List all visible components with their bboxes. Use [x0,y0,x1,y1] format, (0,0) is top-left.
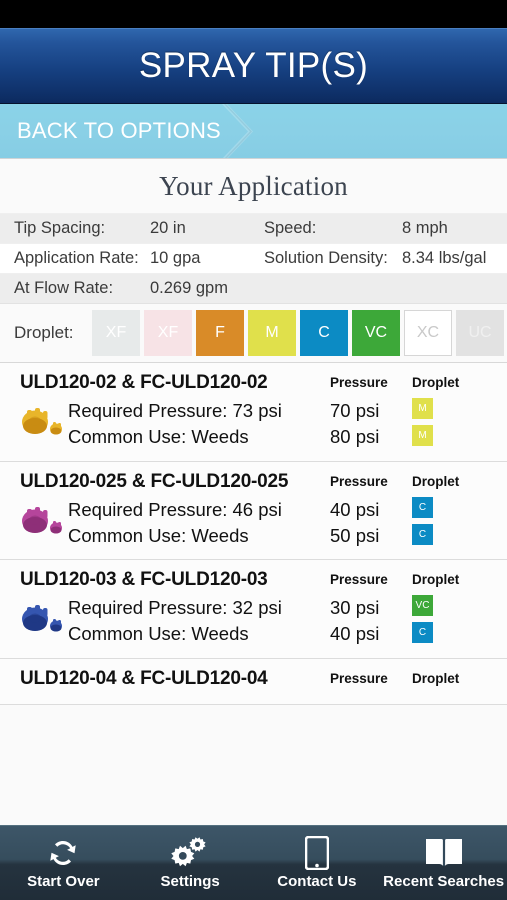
your-application-title: Your Application [0,159,507,213]
app-header: SPRAY TIP(S) [0,28,507,104]
nozzle-icon-magenta [18,500,66,542]
gears-icon [171,836,209,869]
spray-tip-result-row[interactable]: ULD120-02 & FC-ULD120-02 Pressure Droplet R… [0,363,507,462]
flow-rate-value: 0.269 gpm [150,279,228,297]
droplet-chip-vc-5[interactable]: VC [352,310,400,356]
droplet-badge-vc: VC [412,595,433,617]
application-rate-label: Application Rate: [14,249,139,267]
spray-tip-name: ULD120-02 & FC-ULD120-02 [20,372,268,393]
common-use-text: Common Use: Weeds [68,426,249,448]
droplet-badge-m: M [412,425,433,446]
solution-density-value: 8.34 lbs/gal [402,249,487,267]
result-body: Required Pressure: 73 psi Common Use: Wee… [0,398,507,451]
bottom-tab-bar: Start Over Settings Contact Us Recent Se… [0,825,507,900]
table-row: Application Rate: 10 gpa Solution Densit… [0,243,507,273]
phone-icon [304,835,329,870]
tab-recent-searches[interactable]: Recent Searches [380,826,507,900]
droplet-filter-bar: Droplet: XF XF F M C VC XC UC [0,303,507,363]
droplet-column-header: Droplet [412,473,460,489]
pressure-value: 40 psi [330,623,380,645]
droplet-chip-group[interactable]: XF XF F M C VC XC UC [92,310,504,356]
tab-settings[interactable]: Settings [127,826,254,900]
tab-label: Recent Searches [383,872,505,890]
required-pressure-text: Required Pressure: 32 psi [68,597,282,619]
pressure-values: 40 psi 50 psi [330,497,412,550]
droplet-chip-xf-0[interactable]: XF [92,310,140,356]
droplet-column-header: Droplet [412,572,460,588]
required-pressure-text: Required Pressure: 46 psi [68,498,282,520]
pressure-value: 50 psi [330,524,380,546]
spray-tip-name: ULD120-04 & FC-ULD120-04 [20,667,268,689]
droplet-chip-xc-6[interactable]: XC [404,310,452,356]
droplet-badge-c: C [412,496,433,518]
pressure-value: 40 psi [330,498,380,520]
tab-label: Contact Us [277,872,357,890]
back-navigation-bar[interactable]: BACK TO OPTIONS [0,104,507,159]
page-title: SPRAY TIP(S) [138,46,369,85]
nozzle-icon-blue [18,598,66,640]
common-use-text: Common Use: Weeds [68,524,249,546]
result-header: ULD120-025 & FC-ULD120-025 Pressure Drople… [0,471,507,497]
droplet-filter-label: Droplet: [14,323,74,342]
spray-tip-result-row[interactable]: ULD120-03 & FC-ULD120-03 Pressure Droplet R… [0,560,507,659]
required-pressure-text: Required Pressure: 73 psi [68,400,282,421]
spray-tip-results-list: ULD120-02 & FC-ULD120-02 Pressure Droplet R… [0,363,507,705]
pressure-column-header: Pressure [330,473,388,489]
result-body: Required Pressure: 46 psi Common Use: Wee… [0,496,507,550]
tip-spacing-value: 20 in [150,219,186,237]
result-body: Required Pressure: 32 psi Common Use: Wee… [0,595,507,648]
droplet-badge-m: M [412,398,433,419]
spray-tip-name: ULD120-03 & FC-ULD120-03 [20,569,268,591]
spray-tip-name: ULD120-025 & FC-ULD120-025 [20,470,289,492]
spray-tip-result-row[interactable]: ULD120-025 & FC-ULD120-025 Pressure Drople… [0,461,507,561]
pressure-column-header: Pressure [330,572,388,588]
pressure-value: 70 psi [330,400,380,421]
droplet-badge-c: C [412,523,433,545]
droplet-values: VC C [412,595,482,644]
solution-density-label: Solution Density: [264,249,388,267]
application-summary-table: Tip Spacing: 20 in Speed: 8 mph Applicat… [0,213,507,303]
result-header: ULD120-03 & FC-ULD120-03 Pressure Droplet [0,569,507,595]
back-to-options-button[interactable]: BACK TO OPTIONS [0,118,221,144]
pressure-values: 70 psi 80 psi [330,398,412,451]
droplet-column-header: Droplet [412,670,460,686]
droplet-chip-xf-1[interactable]: XF [144,310,192,356]
pressure-column-header: Pressure [330,375,388,390]
table-row: Tip Spacing: 20 in Speed: 8 mph [0,213,507,243]
table-row: At Flow Rate: 0.269 gpm [0,273,507,303]
droplet-chip-f-2[interactable]: F [196,310,244,356]
spray-tip-result-row[interactable]: ULD120-04 & FC-ULD120-04 Pressure Droplet [0,658,507,705]
pressure-value: 80 psi [330,426,380,448]
droplet-chip-uc-7[interactable]: UC [456,310,504,356]
pressure-column-header: Pressure [330,670,388,686]
flow-rate-label: At Flow Rate: [14,279,114,297]
droplet-badge-c: C [412,622,433,644]
result-header: ULD120-04 & FC-ULD120-04 Pressure Droplet [0,668,507,694]
droplet-values: CC [412,496,482,545]
tab-contact-us[interactable]: Contact Us [254,826,381,900]
open-book-icon [425,837,463,869]
droplet-column-header: Droplet [412,375,460,390]
refresh-cycle-icon [46,837,80,869]
status-bar [0,0,507,28]
speed-value: 8 mph [402,219,448,237]
application-rate-value: 10 gpa [150,249,201,267]
droplet-values: MM [412,398,482,446]
result-header: ULD120-02 & FC-ULD120-02 Pressure Droplet [0,372,507,398]
pressure-value: 30 psi [330,597,380,619]
droplet-chip-m-3[interactable]: M [248,310,296,356]
common-use-text: Common Use: Weeds [68,623,249,645]
tab-label: Start Over [27,872,100,890]
chevron-right-icon [222,104,253,158]
pressure-values: 30 psi 40 psi [330,595,412,648]
droplet-chip-c-4[interactable]: C [300,310,348,356]
tab-label: Settings [160,872,220,890]
app-root: SPRAY TIP(S) BACK TO OPTIONS Your Applic… [0,0,507,900]
tip-spacing-label: Tip Spacing: [14,219,106,237]
speed-label: Speed: [264,219,317,237]
nozzle-icon-yellow [18,401,66,443]
tab-start-over[interactable]: Start Over [0,826,127,900]
